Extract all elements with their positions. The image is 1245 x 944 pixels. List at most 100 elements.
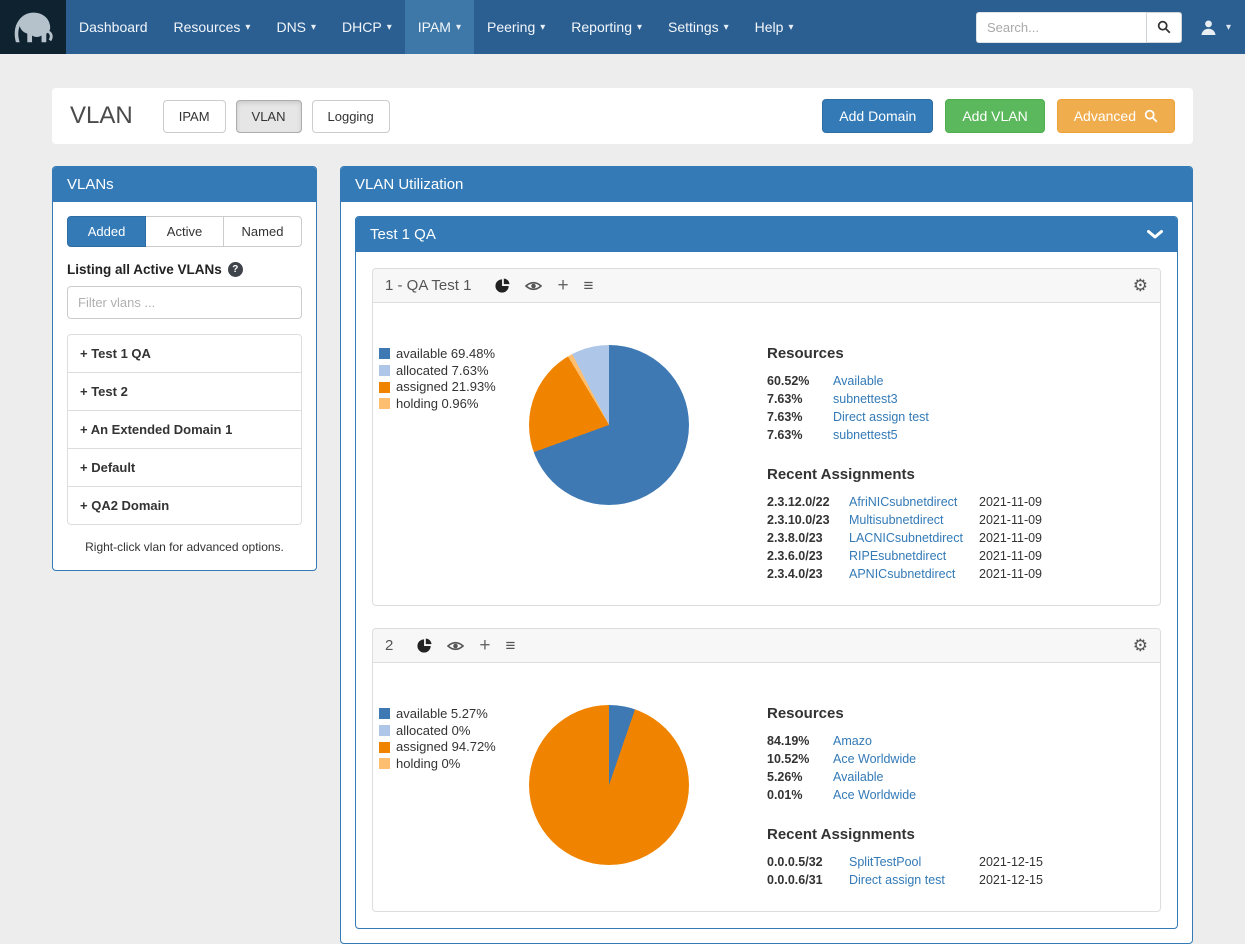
assignment-cidr: 2.3.8.0/23 xyxy=(767,531,839,545)
legend-label: assigned 94.72% xyxy=(396,740,496,754)
resource-percent: 5.26% xyxy=(767,770,823,784)
assignment-link[interactable]: Multisubnetdirect xyxy=(849,513,969,527)
gear-icon[interactable]: ⚙ xyxy=(1133,277,1148,294)
vlans-panel: VLANs AddedActiveNamed Listing all Activ… xyxy=(52,166,317,571)
assignment-date: 2021-11-09 xyxy=(979,531,1042,545)
search-input[interactable] xyxy=(976,12,1146,43)
gear-icon[interactable]: ⚙ xyxy=(1133,637,1148,654)
pie-chart xyxy=(529,705,689,865)
nav-item-label: Settings xyxy=(668,19,719,35)
block-tools: + ≡ xyxy=(417,636,515,655)
nav-item-settings[interactable]: Settings▾ xyxy=(655,0,742,54)
list-view-icon[interactable]: ≡ xyxy=(505,637,515,654)
nav-item-label: IPAM xyxy=(418,19,451,35)
block-tools: + ≡ xyxy=(495,276,593,295)
vlan-utilization-panel: VLAN Utilization Test 1 QA 1 - QA Test 1 xyxy=(340,166,1193,944)
domain-panel-header[interactable]: Test 1 QA xyxy=(356,217,1177,252)
tab-ipam[interactable]: IPAM xyxy=(163,100,226,133)
caret-down-icon: ▾ xyxy=(637,22,642,33)
vlans-panel-body: AddedActiveNamed Listing all Active VLAN… xyxy=(53,202,316,570)
nav-item-dns[interactable]: DNS▾ xyxy=(263,0,329,54)
page-actions: Add Domain Add VLAN Advanced xyxy=(822,99,1175,133)
vlans-panel-title: VLANs xyxy=(67,176,114,193)
eye-icon[interactable] xyxy=(525,280,542,292)
recent-assignments-heading: Recent Assignments xyxy=(767,826,1134,843)
nav-item-label: Dashboard xyxy=(79,19,148,35)
legend-swatch xyxy=(379,348,390,359)
resource-link[interactable]: Available xyxy=(833,770,916,784)
vlan-list-item[interactable]: + Test 2 xyxy=(68,373,301,411)
search-button[interactable] xyxy=(1146,12,1182,43)
resource-percent: 0.01% xyxy=(767,788,823,802)
search-icon xyxy=(1157,20,1171,34)
legend-swatch xyxy=(379,758,390,769)
legend-item: holding 0% xyxy=(379,757,529,771)
plus-icon[interactable]: + xyxy=(479,636,490,655)
assignment-date: 2021-11-09 xyxy=(979,567,1042,581)
resource-link[interactable]: subnettest5 xyxy=(833,428,929,442)
legend-item: allocated 7.63% xyxy=(379,364,529,378)
assignment-link[interactable]: Direct assign test xyxy=(849,873,969,887)
listing-label-text: Listing all Active VLANs xyxy=(67,262,222,277)
nav-item-reporting[interactable]: Reporting▾ xyxy=(558,0,655,54)
vlan-list-item[interactable]: + An Extended Domain 1 xyxy=(68,411,301,449)
legend-label: holding 0% xyxy=(396,757,460,771)
domain-panel-title: Test 1 QA xyxy=(370,226,436,243)
tab-vlan[interactable]: VLAN xyxy=(236,100,302,133)
assignment-link[interactable]: RIPEsubnetdirect xyxy=(849,549,969,563)
assignment-link[interactable]: LACNICsubnetdirect xyxy=(849,531,969,545)
vlan-list-item[interactable]: + Test 1 QA xyxy=(68,335,301,373)
pie-chart-view-icon[interactable] xyxy=(495,278,510,293)
user-menu[interactable]: ▾ xyxy=(1200,19,1231,36)
pie-chart-view-icon[interactable] xyxy=(417,638,432,653)
legend-item: assigned 21.93% xyxy=(379,380,529,394)
caret-down-icon: ▾ xyxy=(788,22,793,33)
resources-heading: Resources xyxy=(767,705,1134,722)
add-vlan-button[interactable]: Add VLAN xyxy=(945,99,1044,133)
resource-link[interactable]: Available xyxy=(833,374,929,388)
assignment-link[interactable]: SplitTestPool xyxy=(849,855,969,869)
filter-tab-named[interactable]: Named xyxy=(223,216,302,247)
vlan-list-item[interactable]: + QA2 Domain xyxy=(68,487,301,524)
page-title: VLAN xyxy=(70,102,133,130)
resource-link[interactable]: subnettest3 xyxy=(833,392,929,406)
assignment-date: 2021-11-09 xyxy=(979,495,1042,509)
filter-tab-added[interactable]: Added xyxy=(67,216,146,247)
nav-item-ipam[interactable]: IPAM▾ xyxy=(405,0,474,54)
nav-item-label: Help xyxy=(755,19,784,35)
resource-link[interactable]: Amazo xyxy=(833,734,916,748)
nav-item-peering[interactable]: Peering▾ xyxy=(474,0,558,54)
vlan-filter-input[interactable] xyxy=(67,286,302,319)
search-icon xyxy=(1144,109,1158,123)
sidebar-note: Right-click vlan for advanced options. xyxy=(67,540,302,554)
collapse-chevron-icon[interactable] xyxy=(1147,230,1163,239)
nav-item-help[interactable]: Help ▾ xyxy=(742,0,807,54)
list-view-icon[interactable]: ≡ xyxy=(584,277,594,294)
assignment-link[interactable]: AfriNICsubnetdirect xyxy=(849,495,969,509)
legend-item: holding 0.96% xyxy=(379,397,529,411)
pie-wrap xyxy=(529,345,719,505)
filter-tab-active[interactable]: Active xyxy=(145,216,224,247)
advanced-button[interactable]: Advanced xyxy=(1057,99,1175,133)
nav-item-resources[interactable]: Resources▾ xyxy=(161,0,264,54)
caret-down-icon: ▾ xyxy=(387,22,392,33)
brand-logo[interactable] xyxy=(0,0,66,54)
assignment-date: 2021-12-15 xyxy=(979,855,1043,869)
chart-legend: available 5.27%allocated 0%assigned 94.7… xyxy=(379,707,529,774)
resource-link[interactable]: Ace Worldwide xyxy=(833,788,916,802)
vlan-utilization-title: VLAN Utilization xyxy=(355,176,463,193)
assignment-link[interactable]: APNICsubnetdirect xyxy=(849,567,969,581)
help-icon[interactable]: ? xyxy=(228,262,243,277)
resource-link[interactable]: Direct assign test xyxy=(833,410,929,424)
plus-icon[interactable]: + xyxy=(557,276,568,295)
block-header: 2 + ≡ ⚙ xyxy=(373,629,1160,663)
legend-swatch xyxy=(379,725,390,736)
nav-item-dhcp[interactable]: DHCP▾ xyxy=(329,0,405,54)
vlan-list-item[interactable]: + Default xyxy=(68,449,301,487)
add-domain-button[interactable]: Add Domain xyxy=(822,99,933,133)
nav-item-dashboard[interactable]: Dashboard xyxy=(66,0,161,54)
tab-logging[interactable]: Logging xyxy=(312,100,390,133)
resource-link[interactable]: Ace Worldwide xyxy=(833,752,916,766)
eye-icon[interactable] xyxy=(447,640,464,652)
resources-column: Resources 84.19%Amazo10.52%Ace Worldwide… xyxy=(719,705,1134,887)
